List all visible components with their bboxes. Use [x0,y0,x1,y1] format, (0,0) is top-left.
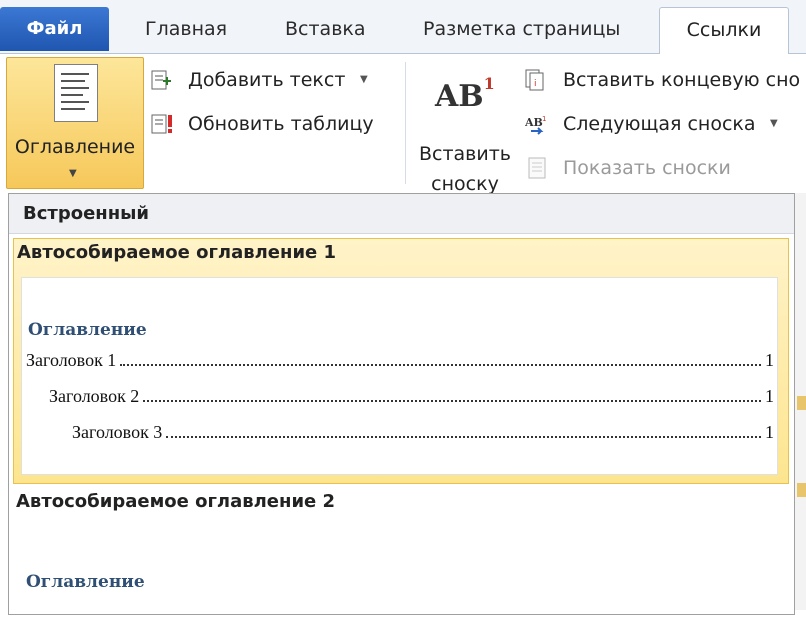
svg-text:i: i [534,79,537,89]
toc-gallery-dropdown: Встроенный Автособираемое оглавление 1 О… [8,193,795,615]
next-footnote-icon: AB 1 [525,115,546,135]
tab-references[interactable]: Ссылки [659,7,789,55]
endnote-icon: i [525,69,544,91]
toc-button-label: Оглавление [14,136,136,158]
toc-preview-line: Заголовок 11 [26,350,774,370]
gallery-item-automatic-toc-2[interactable]: Автособираемое оглавление 2 Оглавление [13,488,789,618]
gallery-item-title: Автособираемое оглавление 1 [17,242,337,263]
chevron-down-icon: ▼ [770,118,778,129]
toc-document-icon [54,64,98,122]
tab-home[interactable]: Главная [145,7,227,52]
footnote-icon: AB1 [435,74,495,114]
document-edge [795,193,806,610]
update-table-icon [151,114,172,134]
tab-insert[interactable]: Вставка [285,7,366,52]
svg-text:AB: AB [525,116,543,129]
tab-file[interactable]: Файл [0,7,109,51]
svg-text:1: 1 [542,115,546,123]
gallery-item-automatic-toc-1[interactable]: Автособираемое оглавление 1 Оглавление З… [13,238,789,484]
toc-preview-heading: Оглавление [26,572,145,592]
chevron-down-icon: ▼ [69,168,77,179]
gallery-section-header: Встроенный [9,194,794,234]
show-notes-icon [528,157,546,179]
chevron-down-icon: ▼ [360,74,368,85]
group-separator [405,62,406,184]
toc-preview-line: Заголовок 31 [72,422,774,442]
tab-page-layout[interactable]: Разметка страницы [423,7,620,52]
add-text-icon [151,70,171,90]
gallery-item-title: Автособираемое оглавление 2 [16,491,336,512]
table-of-contents-button[interactable]: Оглавление ▼ [6,57,144,189]
toc-preview-heading: Оглавление [28,320,147,340]
ribbon-references: Оглавление ▼ Добавить текст ▼ Обновить т… [0,54,806,195]
toc-preview: Оглавление Заголовок 11 Заголовок 21 Заг… [21,277,778,475]
ribbon-tab-bar: Файл Главная Вставка Разметка страницы С… [0,0,806,55]
toc-preview-line: Заголовок 21 [49,386,774,406]
insert-footnote-label: Вставить сноску [418,143,511,195]
